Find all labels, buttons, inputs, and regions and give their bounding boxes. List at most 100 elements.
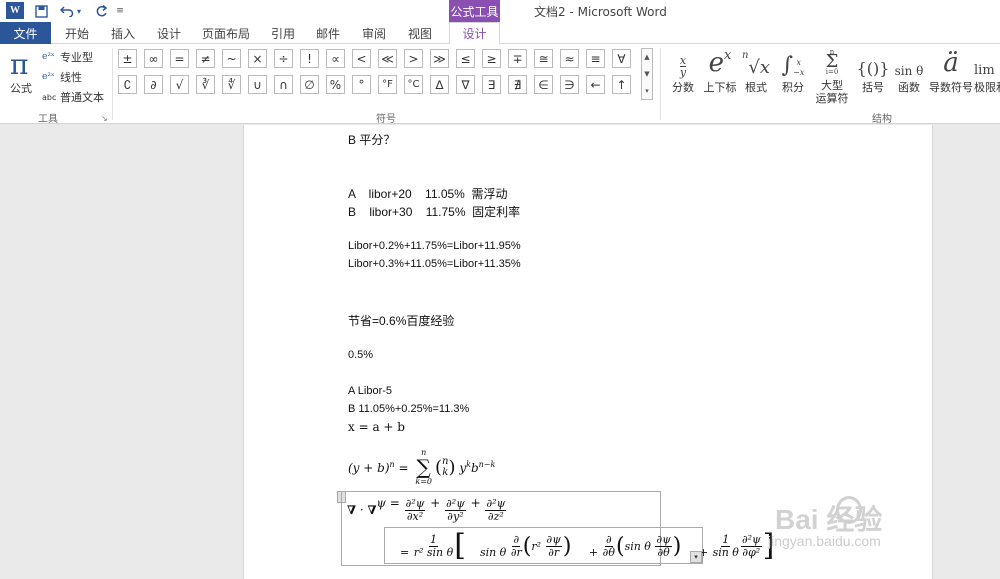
accent-label: 导数符号	[929, 81, 973, 94]
doc-line: x = a + b	[348, 420, 405, 434]
symbol-button[interactable]: ∝	[326, 49, 345, 68]
symbol-button[interactable]: ∈	[534, 75, 553, 94]
symbol-button[interactable]: ∅	[300, 75, 319, 94]
symbol-button[interactable]: °C	[404, 75, 423, 94]
undo-dropdown-icon[interactable]: ▾	[75, 2, 83, 20]
tab-equation-design[interactable]: 设计	[449, 22, 500, 45]
symbol-button[interactable]: ≅	[534, 49, 553, 68]
symbols-gallery-scroll[interactable]: ▲ ▼ ▾	[641, 48, 653, 100]
gallery-more-icon[interactable]: ▾	[645, 87, 649, 95]
symbol-button[interactable]: !	[300, 49, 319, 68]
symbol-button[interactable]: ≥	[482, 49, 501, 68]
doc-line: A libor+20 11.05% 需浮动	[348, 187, 508, 201]
doc-line: Libor+0.3%+11.05%=Libor+11.35%	[348, 258, 521, 270]
symbol-button[interactable]: ∇	[456, 75, 475, 94]
symbol-button[interactable]: ∂	[144, 75, 163, 94]
symbol-button[interactable]: ≪	[378, 49, 397, 68]
symbol-button[interactable]: ∜	[222, 75, 241, 94]
symbol-button[interactable]: ≠	[196, 49, 215, 68]
script-button[interactable]: ex 上下标	[702, 46, 738, 95]
structures-group-label: 结构	[872, 114, 892, 125]
symbol-button[interactable]: ↑	[612, 75, 631, 94]
symbol-button[interactable]: °	[352, 75, 371, 94]
symbol-button[interactable]: ←	[586, 75, 605, 94]
symbol-button[interactable]: ÷	[274, 49, 293, 68]
symbol-button[interactable]: ∀	[612, 49, 631, 68]
doc-line: Libor+0.2%+11.75%=Libor+11.95%	[348, 240, 521, 252]
symbol-button[interactable]: ∩	[274, 75, 293, 94]
normal-text-label: 普通文本	[60, 91, 104, 104]
equation-button-label[interactable]: 公式	[10, 80, 32, 96]
tab-page-layout[interactable]: 页面布局	[200, 22, 252, 44]
symbol-button[interactable]: ∃	[482, 75, 501, 94]
linear-label: 线性	[60, 71, 82, 84]
tab-view[interactable]: 视图	[401, 22, 439, 44]
doc-line: B 11.05%+0.25%=11.3%	[348, 403, 470, 415]
symbol-button[interactable]: ∪	[248, 75, 267, 94]
tab-insert[interactable]: 插入	[104, 22, 142, 44]
tab-file[interactable]: 文件	[0, 22, 51, 44]
word-logo-icon[interactable]: W	[6, 2, 24, 19]
fraction-button[interactable]: xy 分数	[670, 46, 696, 95]
radical-label: 根式	[745, 81, 767, 94]
symbol-button[interactable]: ~	[222, 49, 241, 68]
symbol-button[interactable]: <	[352, 49, 371, 68]
radical-button[interactable]: n √x 根式	[741, 46, 771, 95]
tools-group-label: 工具	[38, 114, 58, 125]
tab-design[interactable]: 设计	[150, 22, 188, 44]
equation-pi-icon[interactable]: π	[10, 48, 28, 81]
symbol-button[interactable]: ±	[118, 49, 137, 68]
accent-button[interactable]: ä 导数符号	[928, 46, 974, 95]
symbol-button[interactable]: ≫	[430, 49, 449, 68]
dialog-launcher-icon[interactable]: ↘	[101, 114, 108, 123]
doc-line: 0.5%	[348, 349, 374, 361]
accent-icon: ä	[943, 48, 959, 78]
symbol-button[interactable]: >	[404, 49, 423, 68]
large-operator-label: 大型 运算符	[815, 79, 849, 105]
symbol-button[interactable]: ∁	[118, 75, 137, 94]
doc-line: B libor+30 11.75% 固定利率	[348, 205, 521, 219]
tab-mailings[interactable]: 邮件	[309, 22, 347, 44]
tab-home[interactable]: 开始	[58, 22, 96, 44]
customize-qat-icon[interactable]: ≡	[115, 2, 125, 20]
save-icon[interactable]	[32, 2, 50, 20]
scroll-up-icon[interactable]: ▲	[644, 53, 649, 61]
symbols-group-label: 符号	[376, 114, 396, 125]
large-operator-button[interactable]: n Σi=0 大型 运算符	[812, 46, 852, 105]
symbol-button[interactable]: ∓	[508, 49, 527, 68]
symbol-button[interactable]: ∄	[508, 75, 527, 94]
bracket-label: 括号	[862, 81, 884, 94]
undo-icon[interactable]	[58, 2, 76, 20]
binomial-equation[interactable]: (y + b)n = n ∑ k=0 ( nk ) ykbn−k	[348, 447, 495, 487]
function-button[interactable]: sin θ 函数	[893, 46, 925, 95]
limit-log-button[interactable]: lim 极限和	[974, 46, 1000, 95]
equation-options-dropdown[interactable]: ▾	[690, 551, 702, 563]
bracket-button[interactable]: {()} 括号	[857, 46, 890, 95]
redo-icon[interactable]	[92, 2, 110, 20]
laplacian-equation-line2[interactable]: = 1 r² sin θ [ sin θ ∂ ∂r (r² ∂ψ ∂r) + ∂ ∂θ …	[386, 528, 774, 564]
symbols-gallery: ± ∞ = ≠ ~ × ÷! ∝ < ≪ > ≫ ≤ ≥ ∓ ≅ ≈ ≡ ∀ ∁ ∂ √ ∛ ∜ ∪ ∩ ∅% ° °F °C ∆ ∇ ∃ ∄ ∈ ∋…	[118, 48, 638, 100]
symbol-button[interactable]: %	[326, 75, 345, 94]
symbol-button[interactable]: √	[170, 75, 189, 94]
symbol-button[interactable]: ≡	[586, 49, 605, 68]
symbol-button[interactable]: ∛	[196, 75, 215, 94]
scroll-down-icon[interactable]: ▼	[644, 70, 649, 78]
symbol-button[interactable]: =	[170, 49, 189, 68]
tab-review[interactable]: 审阅	[355, 22, 393, 44]
script-icon: ex	[708, 48, 732, 78]
symbol-button[interactable]: ×	[248, 49, 267, 68]
integral-button[interactable]: ∫ x −x 积分	[778, 46, 808, 95]
linear-button[interactable]: e²ˣ 线性	[42, 69, 82, 85]
symbol-button[interactable]: ≤	[456, 49, 475, 68]
symbol-button[interactable]: ∞	[144, 49, 163, 68]
symbol-button[interactable]: ≈	[560, 49, 579, 68]
symbol-button[interactable]: ∋	[560, 75, 579, 94]
integral-icon: ∫ x −x	[781, 53, 805, 78]
tab-references[interactable]: 引用	[264, 22, 302, 44]
laplacian-equation-line1[interactable]: ∇ · ∇ ψ = ∂²ψ ∂x² + ∂²ψ ∂y² + ∂²ψ ∂z²	[347, 493, 507, 527]
normal-text-button[interactable]: abc 普通文本	[42, 89, 104, 105]
professional-format-icon: e²ˣ	[42, 52, 55, 62]
symbol-button[interactable]: ∆	[430, 75, 449, 94]
professional-button[interactable]: e²ˣ 专业型	[42, 49, 93, 65]
symbol-button[interactable]: °F	[378, 75, 397, 94]
